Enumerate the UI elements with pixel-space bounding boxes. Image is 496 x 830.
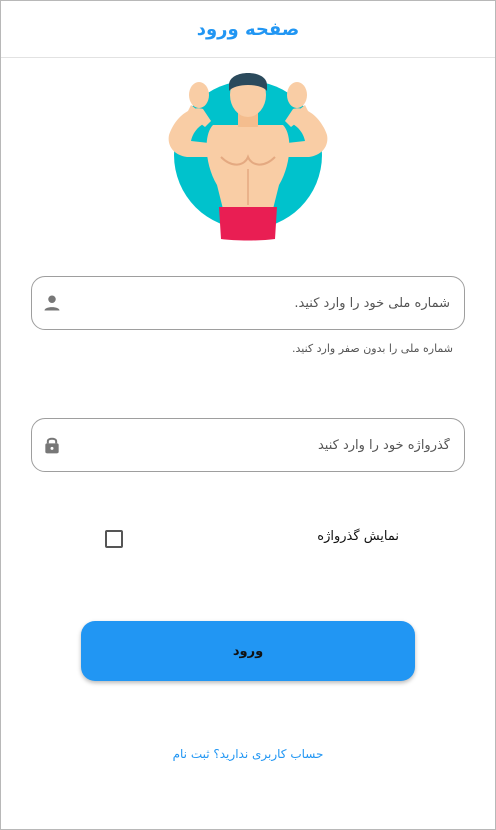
- page-title: صفحه ورود: [196, 18, 300, 40]
- muscle-man-icon: [168, 73, 328, 241]
- person-icon: [44, 295, 60, 311]
- login-button[interactable]: ورود: [81, 621, 415, 681]
- signup-link[interactable]: حساب کاربری ندارید؟ ثبت نام: [1, 747, 495, 761]
- password-input[interactable]: [88, 431, 452, 459]
- app-bar: صفحه ورود: [1, 1, 495, 58]
- show-password-checkbox[interactable]: [105, 530, 123, 548]
- lock-icon: [45, 437, 59, 454]
- national-id-field: [31, 276, 465, 330]
- login-screen: صفحه ورود شماره ملی را بدون صفر وارد کنی…: [0, 0, 496, 830]
- password-field: [31, 418, 465, 472]
- national-id-helper: شماره ملی را بدون صفر وارد کنید.: [292, 342, 453, 355]
- national-id-input[interactable]: [88, 289, 452, 317]
- show-password-label: نمایش گذرواژه: [317, 529, 399, 544]
- login-button-label: ورود: [232, 643, 264, 659]
